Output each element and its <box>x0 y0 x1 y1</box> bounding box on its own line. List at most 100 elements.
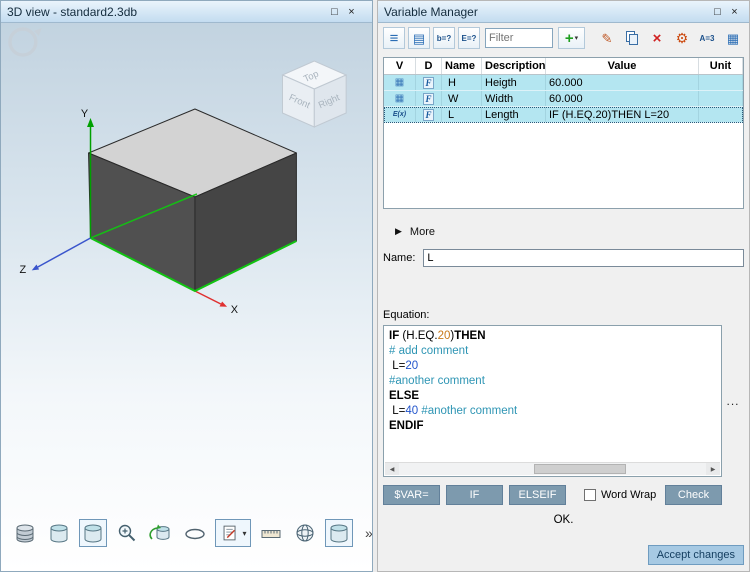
annotation-button[interactable]: ▾ <box>215 519 251 547</box>
equation-hscrollbar[interactable]: ◀ ▶ <box>385 462 720 475</box>
equation-line: IF (H.EQ.20)THEN <box>389 329 717 344</box>
equation-line: ELSE <box>389 389 717 404</box>
shaded-cylinder-icon <box>47 521 71 545</box>
variable-manager-content: ≡ ▤ b=? E=? + ▾ ✎ <box>378 23 749 571</box>
cell-driven: F <box>416 107 442 122</box>
accept-changes-button[interactable]: Accept changes <box>648 545 744 565</box>
value-display-icon: b=? <box>437 34 451 43</box>
table-row[interactable]: ▦FHHeigth60.000 <box>384 75 743 91</box>
variable-manager-toolbar: ≡ ▤ b=? E=? + ▾ ✎ <box>383 23 744 53</box>
cube-solid[interactable] <box>89 109 297 291</box>
filter-input[interactable] <box>485 28 553 48</box>
close-icon[interactable]: × <box>726 6 743 18</box>
scroll-track <box>399 463 706 475</box>
formula-flag-badge: F <box>423 93 434 105</box>
col-header-unit[interactable]: Unit <box>699 58 743 74</box>
formula-flag-badge: F <box>423 77 434 89</box>
equation-display-icon: E=? <box>462 34 477 43</box>
sketch-ellipse-button[interactable] <box>181 519 209 547</box>
pencil-icon: ✎ <box>602 32 613 45</box>
show-values-button[interactable]: b=? <box>433 27 455 49</box>
equation-label: Equation: <box>383 309 744 322</box>
more-expander[interactable]: ▶ More <box>383 224 744 239</box>
3d-scene: Top Front Right <box>1 23 372 571</box>
scroll-thumb[interactable] <box>534 464 626 474</box>
equation-actions: $VAR= IF ELSEIF Word Wrap Check <box>383 485 744 505</box>
name-input[interactable] <box>423 249 744 267</box>
col-header-v[interactable]: V <box>384 58 416 74</box>
col-header-name[interactable]: Name <box>442 58 482 74</box>
dropdown-caret-icon[interactable]: ▾ <box>242 529 246 538</box>
word-wrap-label[interactable]: Word Wrap <box>601 489 656 501</box>
col-header-d[interactable]: D <box>416 58 442 74</box>
plus-icon: + <box>565 31 574 46</box>
equation-line: L=40 #another comment <box>389 404 717 419</box>
insert-if-button[interactable]: IF <box>446 485 503 505</box>
edit-variable-button[interactable]: ✎ <box>596 27 618 49</box>
cell-value: 60.000 <box>546 75 699 90</box>
ruler-icon <box>259 521 283 545</box>
maximize-icon[interactable]: □ <box>709 6 726 18</box>
cell-type: ▦ <box>384 91 416 106</box>
3d-viewport[interactable]: Top Front Right <box>1 23 372 571</box>
table-header: V D Name Description Value Unit <box>384 58 743 75</box>
cell-description: Length <box>482 107 546 122</box>
add-variable-button[interactable]: + ▾ <box>558 27 585 49</box>
variable-manager-title: Variable Manager <box>384 5 709 19</box>
insert-var-button[interactable]: $VAR= <box>383 485 440 505</box>
3d-view-title: 3D view - standard2.3db <box>7 5 326 19</box>
gear-icon: ⚙ <box>676 31 689 45</box>
cell-driven: F <box>416 91 442 106</box>
measure-button[interactable] <box>257 519 285 547</box>
scroll-left-button[interactable]: ◀ <box>385 463 399 475</box>
delete-variable-button[interactable]: × <box>646 27 668 49</box>
variable-manager-window: Variable Manager □ × ≡ ▤ b=? E=? <box>377 0 750 572</box>
show-equations-button[interactable]: E=? <box>458 27 480 49</box>
display-mode-active-button[interactable] <box>79 519 107 547</box>
list-view-button[interactable]: ≡ <box>383 27 405 49</box>
scroll-right-button[interactable]: ▶ <box>706 463 720 475</box>
variable-table-body: ▦FHHeigth60.000▦FWWidth60.000E(x)FLLengt… <box>384 75 743 123</box>
word-wrap-checkbox[interactable] <box>584 489 596 501</box>
equation-more-button[interactable]: ... <box>726 394 739 408</box>
copy-variable-button[interactable] <box>621 27 643 49</box>
view-display-toolbar: ▾ <box>11 519 372 547</box>
columns-icon: ▦ <box>727 32 739 45</box>
check-button[interactable]: Check <box>665 485 722 505</box>
view-cube[interactable]: Top Front Right <box>282 61 346 127</box>
detail-view-button[interactable]: ▤ <box>408 27 430 49</box>
col-header-description[interactable]: Description <box>482 58 546 74</box>
equation-editor[interactable]: IF (H.EQ.20)THEN# add comment L=20#anoth… <box>383 325 722 477</box>
toolbar-overflow-chevron[interactable]: » <box>365 525 372 541</box>
rotate-view-button[interactable] <box>147 519 175 547</box>
equation-line: ENDIF <box>389 419 717 434</box>
app: 3D view - standard2.3db □ × Top Fr <box>0 0 750 572</box>
cell-unit <box>699 91 743 106</box>
settings-button[interactable]: ⚙ <box>671 27 693 49</box>
rename-variables-button[interactable]: A=3 <box>696 27 718 49</box>
ok-text: OK. <box>383 514 744 527</box>
table-icon: ▤ <box>413 32 425 45</box>
equation-line: L=20 <box>389 359 717 374</box>
display-solid-button[interactable] <box>11 519 39 547</box>
note-icon <box>219 522 241 544</box>
active-cylinder-icon <box>81 521 105 545</box>
cell-type: E(x) <box>384 107 416 122</box>
display-shaded-button[interactable] <box>45 519 73 547</box>
cell-driven: F <box>416 75 442 90</box>
close-icon[interactable]: × <box>343 6 360 18</box>
variable-table: V D Name Description Value Unit ▦FHHeigt… <box>383 57 744 209</box>
list-icon: ≡ <box>390 31 399 46</box>
maximize-icon[interactable]: □ <box>326 6 343 18</box>
equation-side: ... <box>722 325 744 477</box>
insert-elseif-button[interactable]: ELSEIF <box>509 485 566 505</box>
mesh-display-button[interactable] <box>291 519 319 547</box>
z-axis <box>32 238 91 270</box>
zoom-button[interactable] <box>113 519 141 547</box>
column-options-button[interactable]: ▦ <box>722 27 744 49</box>
section-view-button[interactable] <box>325 519 353 547</box>
table-row[interactable]: ▦FWWidth60.000 <box>384 91 743 107</box>
axis-label-z: Z <box>20 264 27 276</box>
table-row[interactable]: E(x)FLLengthIF (H.EQ.20)THEN L=20 <box>384 107 743 123</box>
col-header-value[interactable]: Value <box>546 58 699 74</box>
